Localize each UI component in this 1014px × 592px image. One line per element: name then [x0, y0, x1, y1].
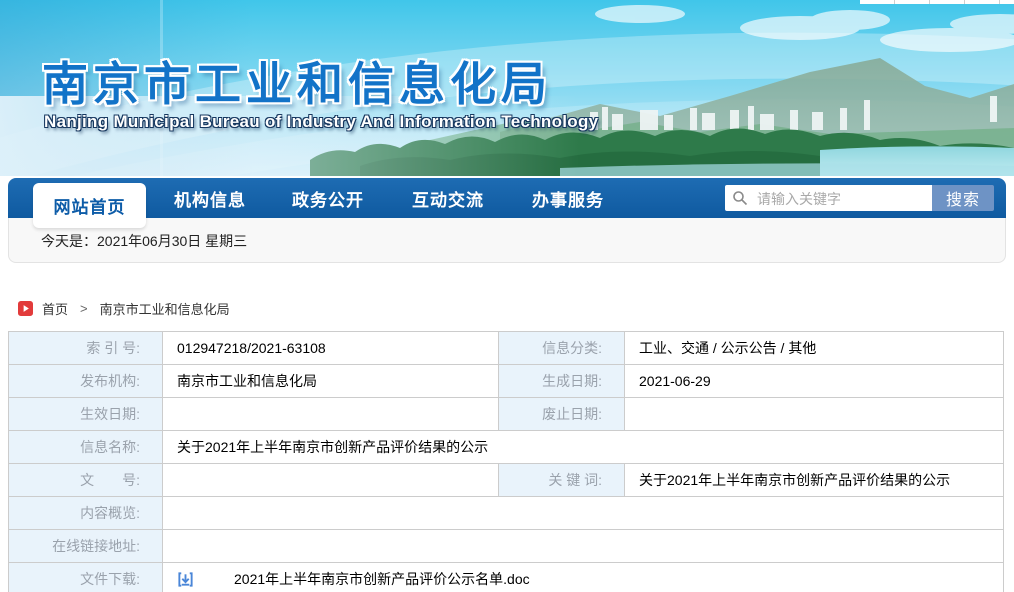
doc-number-label: 文 号:: [9, 464, 163, 497]
download-icon[interactable]: [177, 571, 194, 588]
download-file-link[interactable]: 2021年上半年南京市创新产品评价公示名单.doc: [234, 569, 530, 589]
expiry-date-value: [625, 398, 1004, 431]
breadcrumb-marker-icon: [18, 301, 33, 316]
top-edge-artifact: [860, 0, 1014, 4]
effective-date-label: 生效日期:: [9, 398, 163, 431]
nav-item-interaction[interactable]: 互动交流: [400, 178, 496, 218]
file-download-cell: 2021年上半年南京市创新产品评价公示名单.doc: [163, 563, 1004, 592]
info-name-value: 关于2021年上半年南京市创新产品评价结果的公示: [163, 431, 1004, 464]
site-subtitle-english: Nanjing Municipal Bureau of Industry And…: [44, 112, 598, 132]
table-row: 信息名称: 关于2021年上半年南京市创新产品评价结果的公示: [9, 431, 1004, 464]
content-overview-label: 内容概览:: [9, 497, 163, 530]
nav-item-org-info[interactable]: 机构信息: [162, 178, 258, 218]
page: 南京市工业和信息化局 Nanjing Municipal Bureau of I…: [0, 0, 1014, 592]
table-row: 文 号: 关 键 词: 关于2021年上半年南京市创新产品评价结果的公示: [9, 464, 1004, 497]
publisher-label: 发布机构:: [9, 365, 163, 398]
info-category-label: 信息分类:: [499, 332, 625, 365]
file-download-label: 文件下载:: [9, 563, 163, 592]
main-nav-bar: 机构信息 政务公开 互动交流 办事服务 搜索: [8, 178, 1006, 218]
breadcrumb-home-link[interactable]: 首页: [42, 299, 68, 318]
breadcrumb-current-page[interactable]: 南京市工业和信息化局: [100, 299, 230, 318]
document-info-table: 索 引 号: 012947218/2021-63108 信息分类: 工业、交通 …: [8, 331, 1004, 592]
site-banner: 南京市工业和信息化局 Nanjing Municipal Bureau of I…: [0, 0, 1014, 176]
table-row: 在线链接地址:: [9, 530, 1004, 563]
info-category-value: 工业、交通 / 公示公告 / 其他: [625, 332, 1004, 365]
search-button[interactable]: 搜索: [932, 185, 994, 211]
site-search: 搜索: [725, 185, 994, 211]
effective-date-value: [163, 398, 499, 431]
nav-item-gov-affairs[interactable]: 政务公开: [280, 178, 376, 218]
created-date-label: 生成日期:: [499, 365, 625, 398]
publisher-value: 南京市工业和信息化局: [163, 365, 499, 398]
nav-item-services[interactable]: 办事服务: [520, 178, 616, 218]
keywords-value: 关于2021年上半年南京市创新产品评价结果的公示: [625, 464, 1004, 497]
info-name-label: 信息名称:: [9, 431, 163, 464]
table-row: 索 引 号: 012947218/2021-63108 信息分类: 工业、交通 …: [9, 332, 1004, 365]
expiry-date-label: 废止日期:: [499, 398, 625, 431]
search-input[interactable]: [755, 185, 929, 213]
breadcrumb-separator: >: [80, 301, 88, 316]
content-overview-value: [163, 497, 1004, 530]
table-row: 内容概览:: [9, 497, 1004, 530]
table-row: 发布机构: 南京市工业和信息化局 生成日期: 2021-06-29: [9, 365, 1004, 398]
doc-number-value: [163, 464, 499, 497]
table-row: 生效日期: 废止日期:: [9, 398, 1004, 431]
created-date-value: 2021-06-29: [625, 365, 1004, 398]
index-number-label: 索 引 号:: [9, 332, 163, 365]
date-bar: 今天是：2021年06月30日 星期三: [8, 218, 1006, 263]
today-date-text: 今天是：2021年06月30日 星期三: [41, 231, 247, 251]
breadcrumb: 首页 > 南京市工业和信息化局: [18, 297, 230, 319]
online-link-label: 在线链接地址:: [9, 530, 163, 563]
table-row: 文件下载: 2021年上半年南京市创新产品评价公示名单.doc: [9, 563, 1004, 592]
keywords-label: 关 键 词:: [499, 464, 625, 497]
nav-item-home-active[interactable]: 网站首页: [33, 183, 146, 228]
index-number-value: 012947218/2021-63108: [163, 332, 499, 365]
search-box: [725, 185, 932, 211]
online-link-value: [163, 530, 1004, 563]
nav-block: 机构信息 政务公开 互动交流 办事服务 搜索 网站首页 今天是：2021年06月…: [8, 178, 1006, 264]
search-icon: [732, 190, 748, 206]
site-title: 南京市工业和信息化局: [42, 48, 552, 114]
